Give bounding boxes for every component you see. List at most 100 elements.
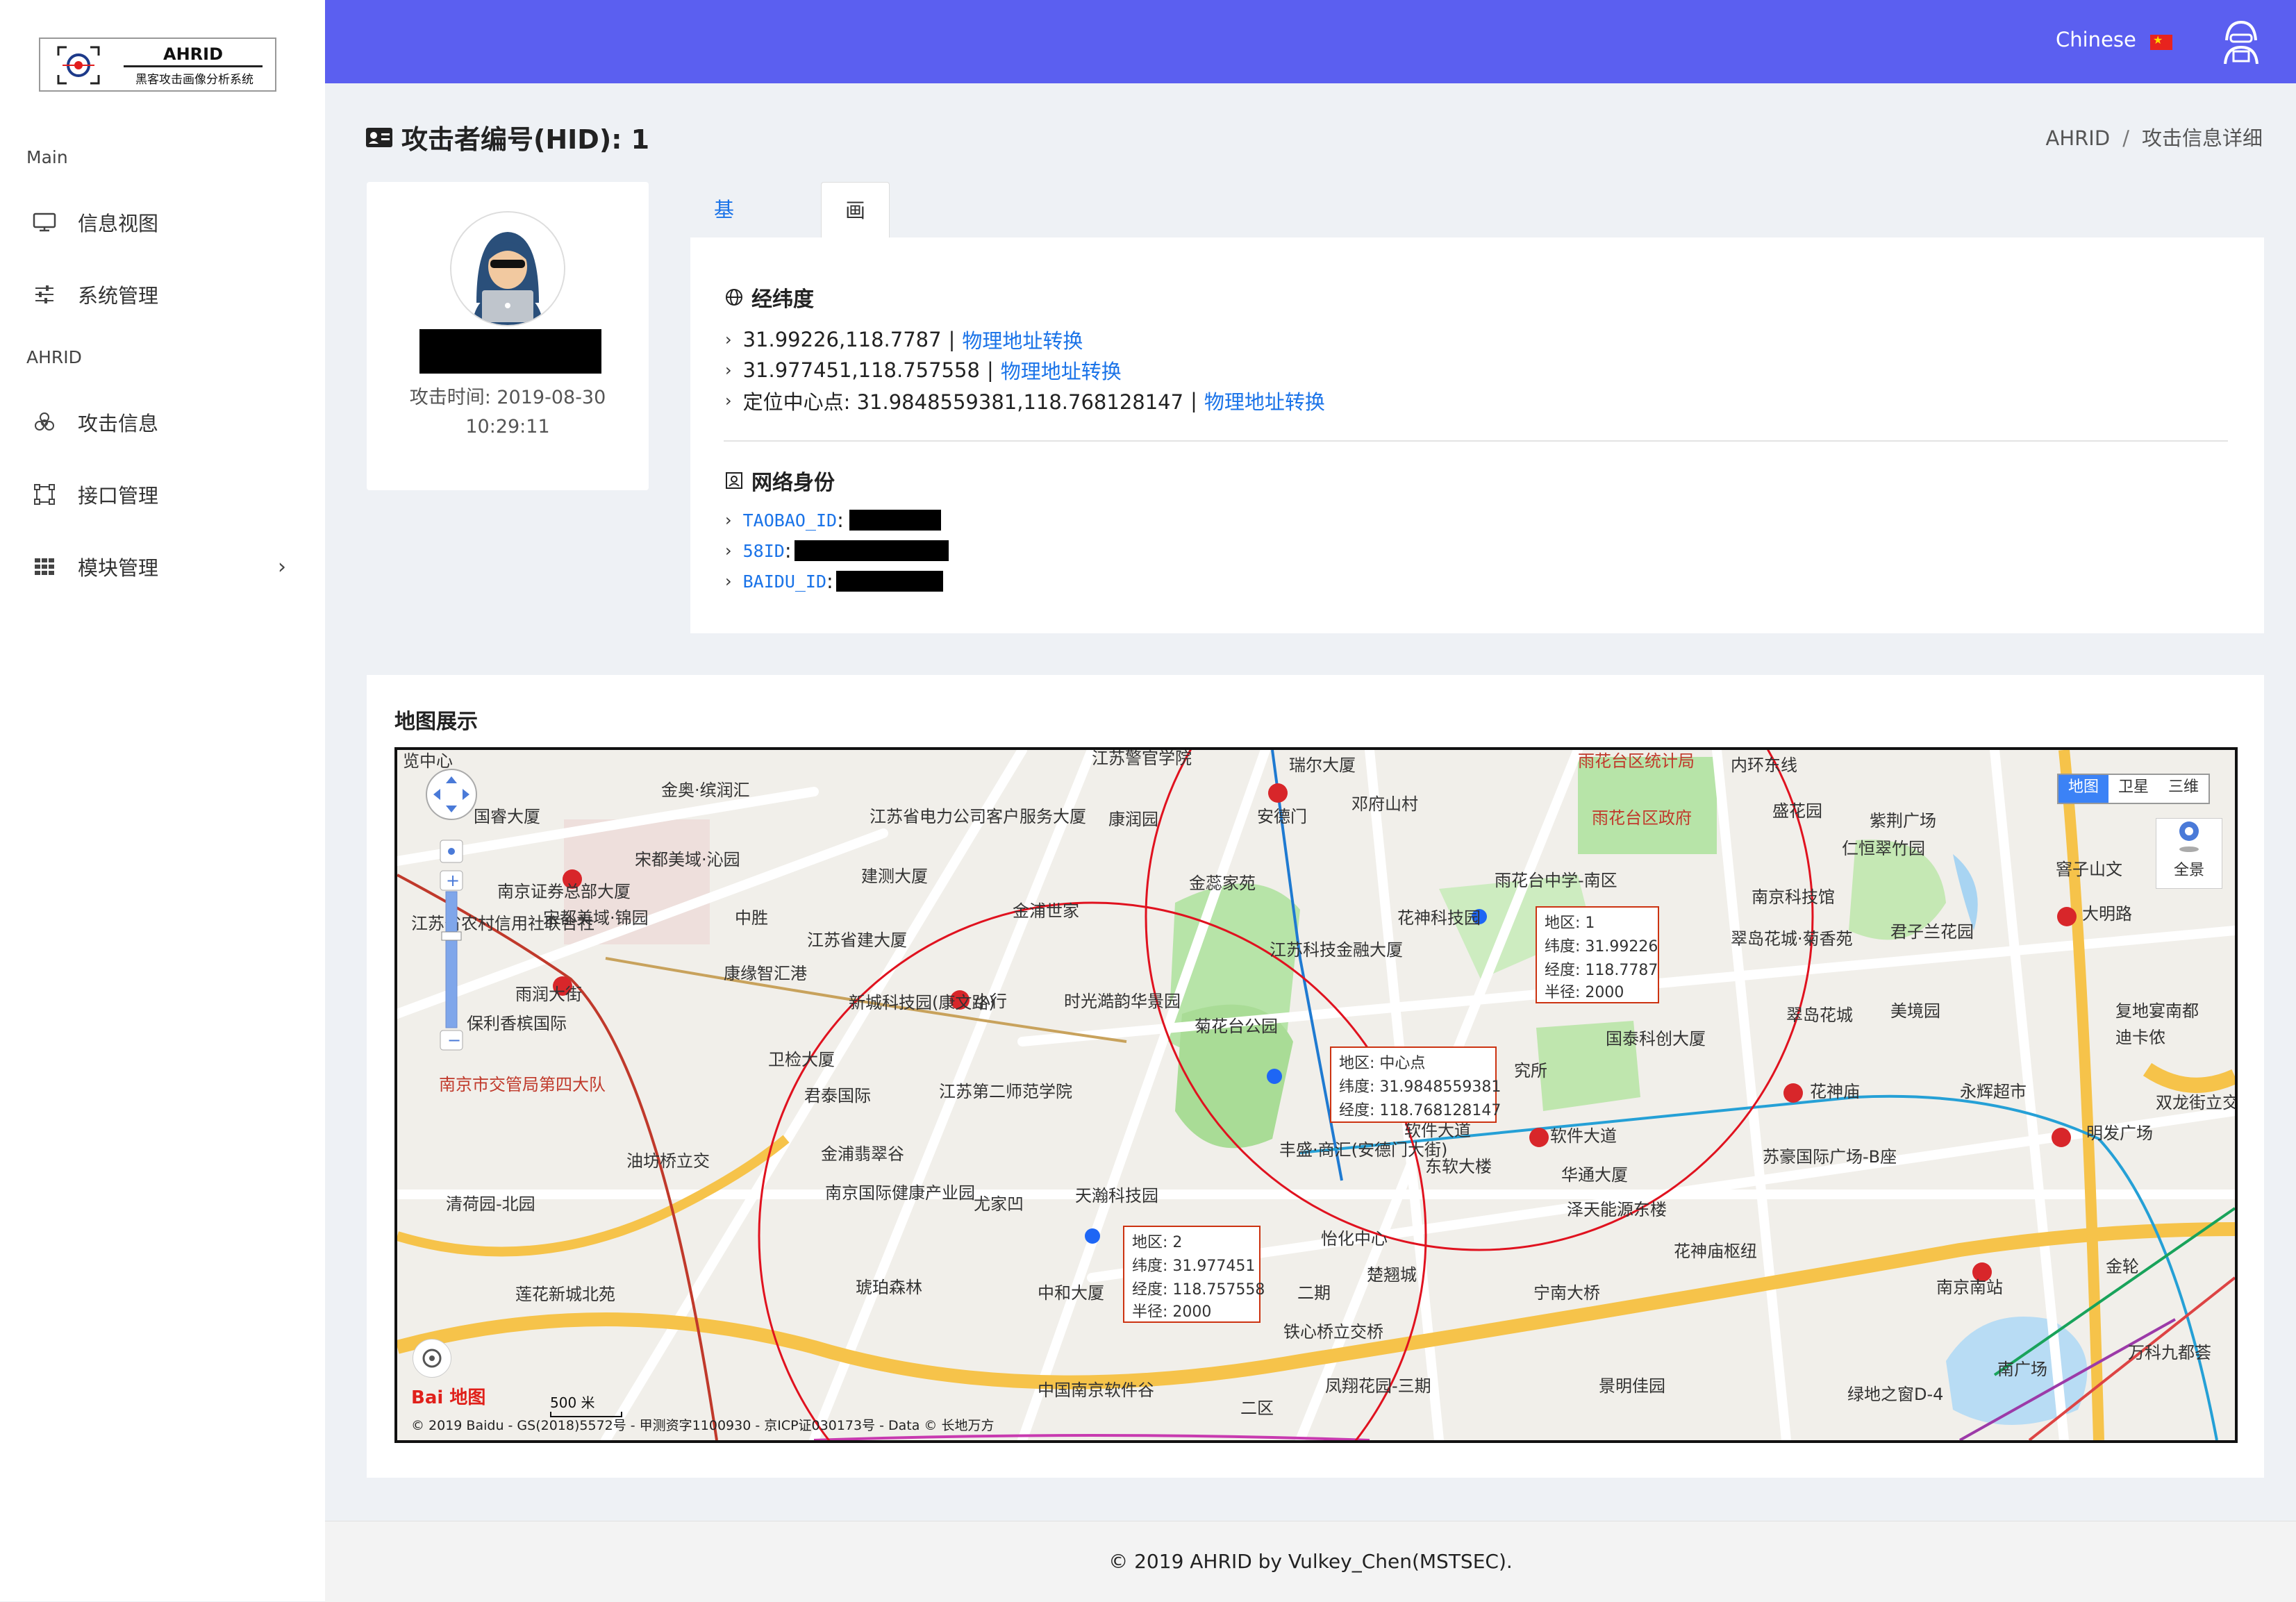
svg-text:仁恒翠竹园: 仁恒翠竹园 [1842,839,1925,858]
breadcrumb-home[interactable]: AHRID [2046,126,2111,150]
svg-text:江苏科技金融大厦: 江苏科技金融大厦 [1270,940,1403,960]
identity-heading: 网络身份 [725,465,835,496]
profile-info-panel: 经纬度 › 31.99226,118.7787 | 物理地址转换 › 31.97… [690,237,2264,633]
svg-text:江苏省电力公司客户服务大厦: 江苏省电力公司客户服务大厦 [870,807,1086,826]
svg-text:江苏省建大厦: 江苏省建大厦 [807,931,907,950]
address-convert-link[interactable]: 物理地址转换 [1204,386,1325,415]
sidebar: AHRID 黑客攻击画像分析系统 Main 信息视图 系统管理 AHRID 攻击… [0,0,325,1601]
map-zoom-control[interactable]: + − [424,767,479,1058]
svg-text:花神科技园: 花神科技园 [1397,908,1481,928]
logo-subtitle: 黑客攻击画像分析系统 [135,73,253,87]
svg-text:君泰国际: 君泰国际 [804,1086,871,1105]
tab-profile-info[interactable]: 画像信息 [821,182,890,389]
separator: | [1190,389,1197,412]
map-type-normal[interactable]: 地图 [2058,775,2109,803]
map-type-3d[interactable]: 三维 [2158,775,2208,803]
sidebar-item-attack-info[interactable]: 攻击信息 [0,396,325,449]
svg-text:经度: 118.757558: 经度: 118.757558 [1132,1281,1265,1299]
svg-text:天瀚科技园: 天瀚科技园 [1075,1186,1158,1205]
geo-heading: 经纬度 [725,282,814,312]
svg-text:南京国际健康产业园: 南京国际健康产业园 [825,1183,975,1203]
svg-text:卫检大厦: 卫检大厦 [768,1050,835,1069]
svg-text:绿地之窗D-4: 绿地之窗D-4 [1847,1385,1943,1404]
baidu-logo: Bai 地图 [411,1387,486,1408]
svg-text:景明佳园: 景明佳园 [1599,1376,1665,1396]
chevron-right-icon: › [278,554,286,579]
chevron-right-icon: › [725,571,732,591]
svg-text:金蕊家苑: 金蕊家苑 [1189,874,1256,893]
svg-text:君子兰花园: 君子兰花园 [1890,922,1974,942]
map-popup-2: 地区: 2 纬度: 31.977451 经度: 118.757558 半径: 2… [1123,1226,1265,1323]
chevron-right-icon: › [725,541,732,560]
sidebar-item-label: 模块管理 [78,556,159,580]
svg-text:内环东线: 内环东线 [1731,756,1797,775]
map-canvas[interactable]: 览中心 金奥·缤润汇 国睿大厦 宋都美域·沁园 南京证券总部大厦 宋都美域·锦园… [397,750,2235,1440]
svg-text:油坊桥立交: 油坊桥立交 [626,1151,710,1171]
baidu-map[interactable]: 览中心 金奥·缤润汇 国睿大厦 宋都美域·沁园 南京证券总部大厦 宋都美域·锦园… [394,747,2238,1443]
user-avatar-icon[interactable] [2221,19,2261,65]
separator: | [948,328,956,351]
map-type-satellite[interactable]: 卫星 [2108,775,2158,803]
id-card-icon [366,127,392,147]
tab-basic-info[interactable]: 基础信息 [690,182,758,388]
address-convert-link[interactable]: 物理地址转换 [1001,356,1122,385]
geo-heading-text: 经纬度 [751,287,814,312]
panorama-control[interactable]: 全景 [2156,818,2222,889]
svg-text:菊花台公园: 菊花台公园 [1195,1017,1278,1036]
svg-text:二期: 二期 [1297,1283,1331,1303]
identity-key: 58ID [742,540,785,561]
svg-text:地区: 1: 地区: 1 [1545,915,1595,932]
svg-text:金轮: 金轮 [2106,1257,2139,1276]
identity-colon: : [837,508,844,532]
sidebar-item-system-admin[interactable]: 系统管理 [0,268,325,321]
sidebar-item-label: 接口管理 [78,484,159,508]
chevron-right-icon: › [725,360,732,380]
svg-text:南京科技馆: 南京科技馆 [1752,887,1835,907]
svg-text:花神庙枢纽: 花神庙枢纽 [1674,1242,1757,1261]
svg-text:经度: 118.768128147: 经度: 118.768128147 [1339,1102,1501,1119]
sidebar-item-label: 信息视图 [78,212,159,235]
svg-text:纬度: 31.977451: 纬度: 31.977451 [1132,1258,1255,1275]
svg-text:永辉超市: 永辉超市 [1960,1082,2027,1101]
svg-text:雨花台区政府: 雨花台区政府 [1592,808,1692,828]
redacted-value [849,510,941,531]
nav-section-main: Main [26,147,68,167]
svg-text:金奥·缤润汇: 金奥·缤润汇 [661,781,750,800]
svg-text:凤翔花园-三期: 凤翔花园-三期 [1325,1376,1431,1396]
address-convert-link[interactable]: 物理地址转换 [962,325,1083,354]
svg-text:泽天能源东楼: 泽天能源东楼 [1567,1200,1667,1219]
sidebar-item-api-admin[interactable]: 接口管理 [0,468,325,521]
locate-me-icon[interactable] [413,1339,451,1378]
attack-time: 攻击时间: 2019-08-30 10:29:11 [409,387,606,437]
identity-key: TAOBAO_ID [742,510,838,531]
svg-text:宁南大桥: 宁南大桥 [1533,1283,1600,1303]
svg-text:康润园: 康润园 [1108,810,1158,829]
svg-text:二区: 二区 [1240,1399,1274,1418]
svg-text:丰盛·商汇(安德门大街): 丰盛·商汇(安德门大街) [1279,1140,1447,1160]
grid-icon [32,554,57,579]
svg-text:江苏第二师范学院: 江苏第二师范学院 [939,1082,1072,1101]
separator: | [986,358,994,382]
sidebar-item-module-admin[interactable]: 模块管理 › [0,540,325,593]
top-bar [325,0,2296,83]
svg-text:明发广场: 明发广场 [2086,1124,2153,1143]
map-type-switch[interactable]: 地图 卫星 三维 [2057,774,2211,804]
map-title: 地图展示 [394,710,478,734]
china-flag-icon[interactable]: ★ [2150,33,2172,50]
svg-text:清荷园-北园: 清荷园-北园 [446,1194,535,1214]
svg-text:盛花园: 盛花园 [1772,801,1822,821]
redacted-value [794,540,949,561]
hacker-avatar-icon [451,212,564,325]
svg-text:纬度: 31.9848559381: 纬度: 31.9848559381 [1339,1078,1501,1096]
app-logo[interactable]: AHRID 黑客攻击画像分析系统 [39,37,276,92]
biohazard-icon [32,410,57,435]
svg-text:窨子山文: 窨子山文 [2056,860,2122,879]
sidebar-item-info-view[interactable]: 信息视图 [0,196,325,249]
language-switch[interactable]: Chinese [2056,28,2136,51]
svg-text:半径: 2000: 半径: 2000 [1132,1303,1211,1321]
svg-text:+: + [446,871,460,890]
svg-text:雨花台中学-南区: 雨花台中学-南区 [1495,871,1617,890]
breadcrumb-separator: / [2122,126,2129,150]
svg-text:安德门: 安德门 [1257,807,1307,826]
redacted-value [835,571,943,592]
